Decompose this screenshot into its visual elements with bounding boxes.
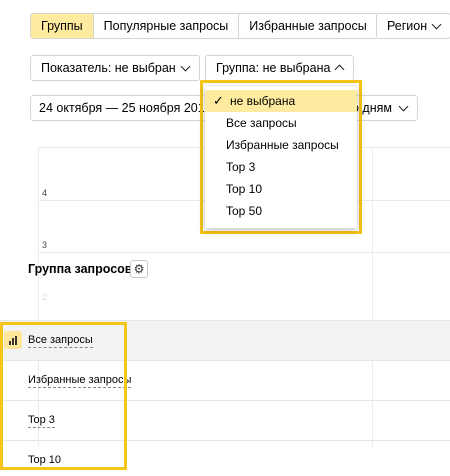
chevron-down-icon	[180, 61, 191, 71]
gear-icon[interactable]: ⚙	[130, 260, 148, 278]
metric-select-label: Показатель: не выбран	[41, 61, 176, 75]
dropdown-item-top3[interactable]: Top 3	[205, 156, 357, 178]
checkmark-icon: ✓	[213, 93, 224, 108]
dropdown-item-favorite-queries[interactable]: Избранные запросы	[205, 134, 357, 156]
group-dropdown-menu: ✓ не выбрана Все запросы Избранные запро…	[205, 86, 357, 228]
chevron-down-icon	[431, 19, 442, 29]
highlight-frame	[0, 322, 127, 470]
dropdown-item-all-queries[interactable]: Все запросы	[205, 112, 357, 134]
tab-groups[interactable]: Группы	[31, 14, 94, 38]
dropdown-item-label: не выбрана	[230, 94, 296, 108]
chevron-up-icon	[334, 64, 345, 75]
section-title: Группа запросов	[28, 262, 133, 276]
group-select-label: Группа: не выбрана	[216, 61, 331, 75]
y-tick-label: 3	[42, 240, 48, 250]
date-range-label: 24 октября — 25 ноября 2019	[39, 101, 212, 115]
dropdown-item-top50[interactable]: Top 50	[205, 200, 357, 222]
metric-select-button[interactable]: Показатель: не выбран	[30, 55, 200, 81]
tab-popular-queries[interactable]: Популярные запросы	[93, 14, 240, 38]
view-tabs: Группы Популярные запросы Избранные запр…	[30, 13, 378, 39]
chevron-down-icon	[398, 101, 409, 111]
y-tick-label: 2	[42, 292, 48, 302]
region-button-label: Регион	[387, 19, 428, 33]
y-tick-label: 4	[42, 188, 48, 198]
dropdown-item-none[interactable]: ✓ не выбрана	[205, 90, 357, 112]
date-range-picker[interactable]: 24 октября — 25 ноября 2019	[30, 95, 212, 121]
group-select-button[interactable]: Группа: не выбрана	[205, 55, 355, 81]
dropdown-item-top10[interactable]: Top 10	[205, 178, 357, 200]
tab-favorite-queries[interactable]: Избранные запросы	[239, 14, 377, 38]
chart-gridline	[38, 252, 450, 253]
region-button[interactable]: Регион	[376, 13, 450, 39]
